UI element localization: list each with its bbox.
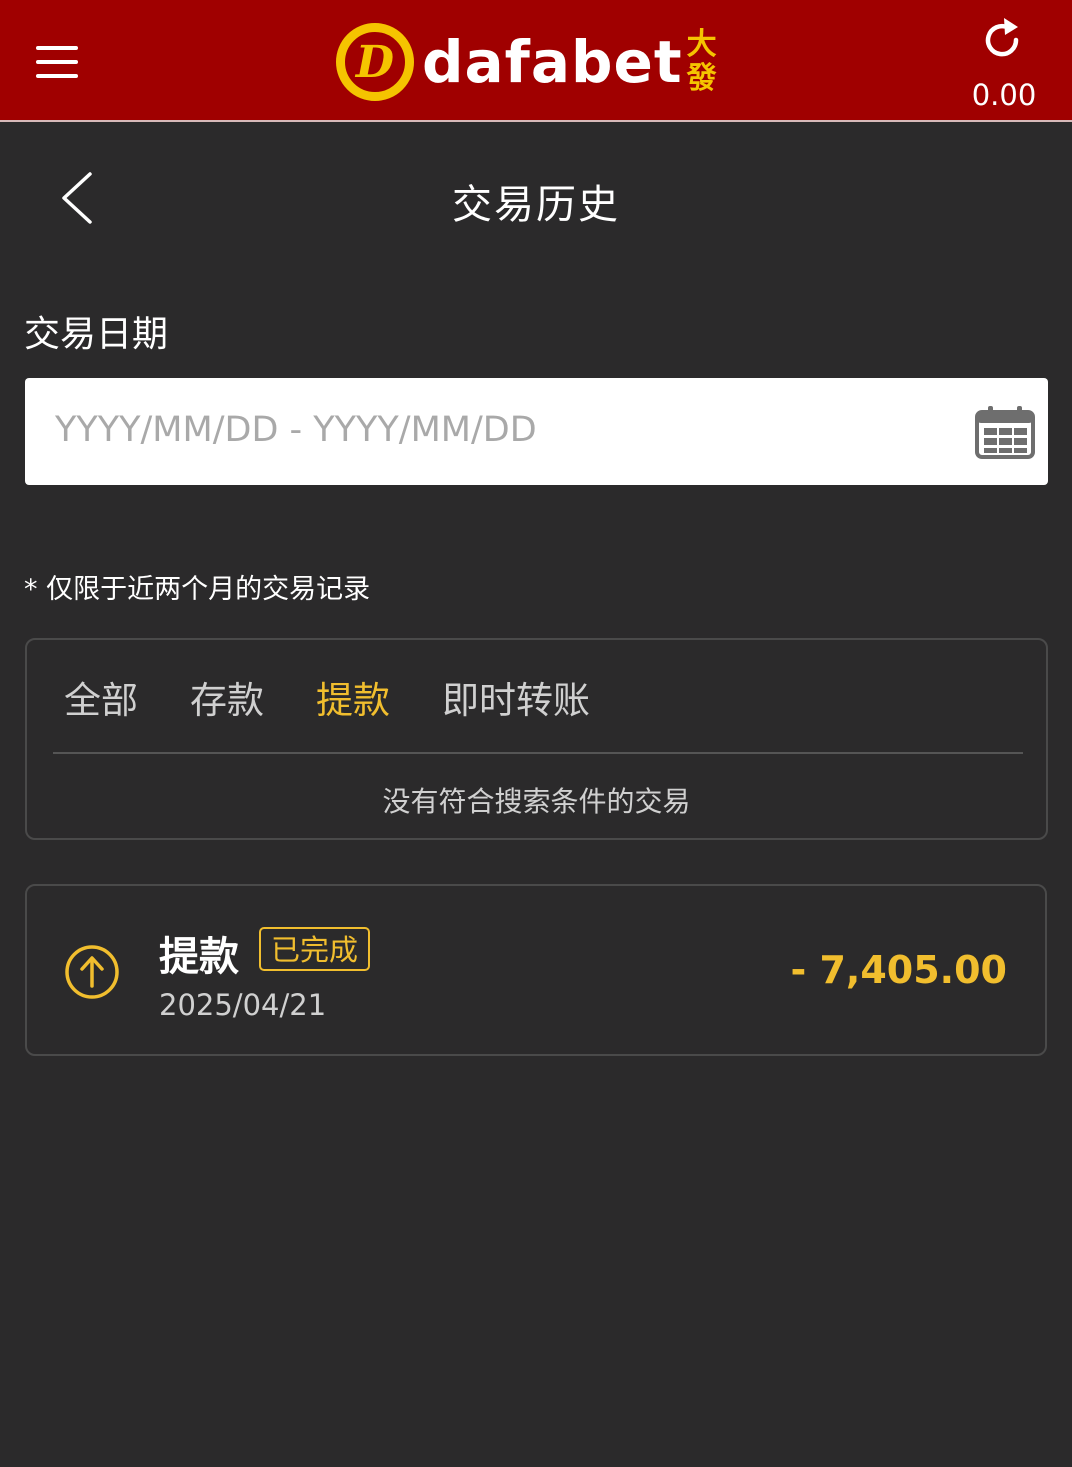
transaction-type-tabs: 全部 存款 提款 即时转账 没有符合搜索条件的交易: [25, 638, 1048, 840]
tab-instant-transfer[interactable]: 即时转账: [442, 670, 590, 724]
hamburger-menu-icon[interactable]: [36, 46, 78, 78]
logo-text: dafabet: [422, 28, 683, 96]
transaction-amount: - 7,405.00: [790, 948, 1007, 992]
arrow-up-circle-icon: [64, 944, 120, 1000]
date-range-placeholder: YYYY/MM/DD - YYYY/MM/DD: [55, 410, 537, 450]
status-badge: 已完成: [259, 927, 371, 971]
dafabet-logo[interactable]: D dafabet 大 發: [336, 22, 717, 102]
transaction-date: 2025/04/21: [159, 988, 327, 1022]
tab-withdrawal[interactable]: 提款: [316, 670, 390, 724]
tab-deposit[interactable]: 存款: [190, 670, 264, 724]
page-title: 交易历史: [452, 182, 620, 228]
balance-amount: 0.00: [971, 78, 1037, 112]
logo-mark-icon: D: [336, 23, 414, 101]
top-bar: D dafabet 大 發 0.00: [0, 0, 1072, 122]
date-range-note: * 仅限于近两个月的交易记录: [24, 574, 371, 605]
transaction-item[interactable]: 提款 已完成 2025/04/21 - 7,405.00: [25, 884, 1047, 1056]
date-range-input[interactable]: YYYY/MM/DD - YYYY/MM/DD: [25, 378, 1048, 485]
logo-cn-text: 大 發: [686, 27, 717, 96]
date-label: 交易日期: [24, 314, 169, 355]
calendar-icon[interactable]: [974, 404, 1036, 460]
tabs-divider: [53, 752, 1023, 754]
refresh-icon[interactable]: [978, 16, 1026, 64]
tab-all[interactable]: 全部: [64, 670, 138, 724]
transaction-type: 提款: [159, 934, 239, 980]
empty-state-message: 没有符合搜索条件的交易: [382, 785, 691, 818]
